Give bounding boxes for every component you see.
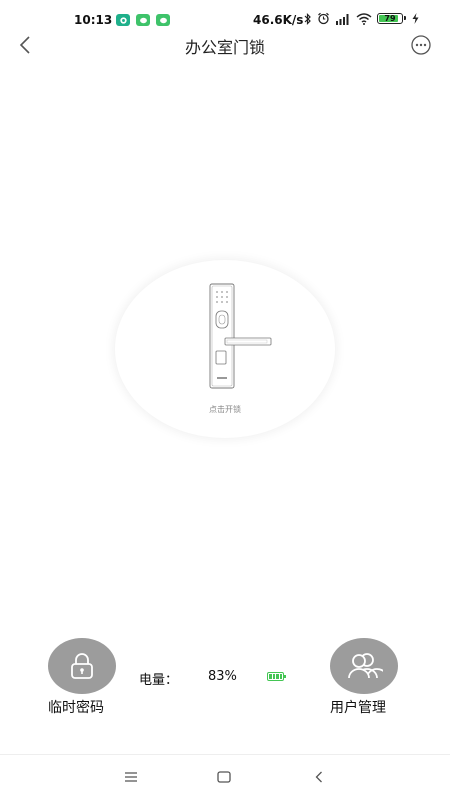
- battery-icon: 79: [377, 13, 406, 24]
- status-app-icons: [116, 14, 170, 26]
- wifi-icon: [356, 12, 372, 25]
- bluetooth-icon: [304, 12, 311, 25]
- nav-home-button[interactable]: [212, 767, 236, 787]
- title-bar: 办公室门锁: [0, 28, 450, 60]
- charging-icon: [412, 13, 419, 24]
- temp-password-label: 临时密码: [48, 700, 104, 716]
- temp-password-button[interactable]: [48, 638, 116, 694]
- padlock-icon: [71, 653, 93, 679]
- wechat-icon: [156, 14, 170, 26]
- user-management-label: 用户管理: [330, 700, 386, 716]
- status-time: 10:13: [74, 13, 113, 27]
- nav-back-button[interactable]: [307, 767, 331, 787]
- battery-level-text: 79: [384, 14, 396, 23]
- home-icon: [217, 771, 231, 783]
- more-dots-icon[interactable]: [410, 34, 432, 56]
- unlock-hint: 点击开锁: [209, 405, 241, 414]
- page-title: 办公室门锁: [184, 38, 265, 57]
- user-management-button[interactable]: [330, 638, 398, 694]
- door-lock-icon: [209, 283, 272, 389]
- menu-icon: [125, 772, 137, 782]
- system-status-icons: 79: [304, 12, 419, 25]
- cell-signal-icon: [336, 13, 349, 25]
- system-nav-bar: [0, 755, 450, 800]
- unlock-button[interactable]: 点击开锁: [115, 260, 335, 438]
- back-icon: [315, 771, 322, 783]
- wechat-icon: [136, 14, 150, 26]
- nav-menu-button[interactable]: [119, 767, 143, 787]
- net-speed: 46.6K/s: [253, 13, 304, 27]
- power-value: 83%: [208, 669, 237, 684]
- battery-level-icon: [267, 672, 286, 681]
- chat-app-icon: [116, 14, 130, 26]
- users-icon: [348, 653, 383, 679]
- power-label: 电量：: [139, 673, 179, 688]
- alarm-icon: [318, 12, 329, 25]
